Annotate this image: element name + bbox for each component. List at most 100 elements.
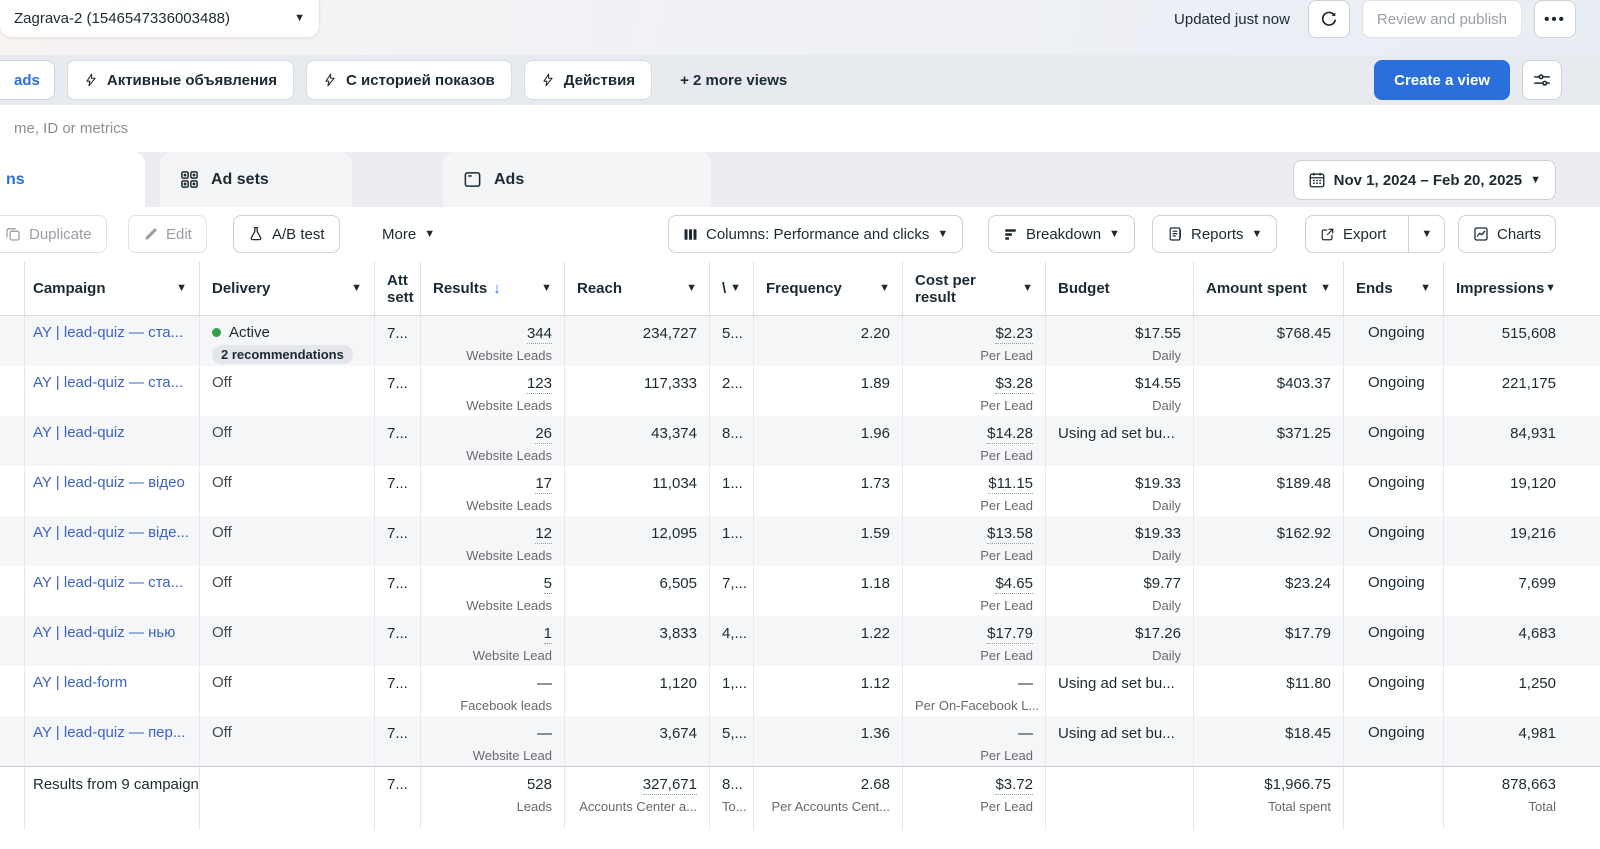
more-options-button[interactable]: ••• <box>1534 0 1576 38</box>
date-range-button[interactable]: Nov 1, 2024 – Feb 20, 2025 ▼ <box>1293 160 1556 200</box>
cell-views: 2... <box>710 366 754 416</box>
account-selector[interactable]: Zagrava-2 (1546547336003488) ▼ <box>0 0 320 38</box>
budget-value: Using ad set bu... <box>1058 425 1175 442</box>
campaign-link[interactable]: AY | lead-quiz — ста... <box>33 574 183 591</box>
column-menu-icon[interactable]: ▼ <box>541 283 552 294</box>
cost-label: Per Lead <box>915 747 1033 764</box>
frequency-value: 1.36 <box>861 725 890 742</box>
view-pill-4[interactable]: Действия <box>524 60 652 100</box>
table-toolbar: Duplicate Edit A/B test More ▼ <box>0 207 1600 262</box>
view-pill-2[interactable]: Активные объявления <box>67 60 294 100</box>
column-menu-icon[interactable]: ▼ <box>1545 283 1556 294</box>
column-header-delivery[interactable]: Delivery ▼ <box>200 262 375 315</box>
chevron-down-icon: ▼ <box>1421 229 1432 240</box>
column-header-cost-per-result[interactable]: Cost perresult▼ <box>903 262 1046 315</box>
budget-value: $17.55 <box>1135 325 1181 342</box>
cell-budget: $17.55Daily <box>1046 316 1194 366</box>
tab-ads[interactable]: Ads <box>443 152 711 207</box>
more-button[interactable]: More ▼ <box>368 215 449 253</box>
campaign-link[interactable]: AY | lead-quiz — відео <box>33 474 185 491</box>
column-menu-icon[interactable]: ▼ <box>730 283 741 294</box>
column-menu-icon[interactable]: ▼ <box>351 283 362 294</box>
column-menu-icon[interactable]: ▼ <box>1320 283 1331 294</box>
charts-label: Charts <box>1497 226 1541 243</box>
summary-reach: 327,671Accounts Center a... <box>565 767 710 830</box>
campaign-link[interactable]: AY | lead-quiz — нью <box>33 624 175 641</box>
cell-impressions: 1,250 <box>1444 666 1600 716</box>
view-pill-1[interactable]: ads <box>0 60 55 100</box>
reach-value: 6,505 <box>659 575 697 592</box>
sort-descending-icon[interactable]: ↓ <box>493 280 501 297</box>
recommendations-badge[interactable]: 2 recommendations <box>212 345 353 364</box>
budget-label: Daily <box>1058 647 1181 664</box>
cell-delivery: Active2 recommendations <box>200 316 375 366</box>
updated-status: Updated just now <box>1174 11 1290 28</box>
more-views-button[interactable]: + 2 more views <box>664 60 803 100</box>
export-button[interactable]: Export <box>1306 216 1400 252</box>
column-header-attribution[interactable]: Attsett <box>375 262 421 315</box>
column-label: Amount spent <box>1206 280 1307 297</box>
attribution-value: 7... <box>387 475 408 492</box>
search-input[interactable] <box>14 120 914 137</box>
column-header-frequency[interactable]: Frequency▼ <box>754 262 903 315</box>
breakdown-button[interactable]: Breakdown ▼ <box>988 215 1135 253</box>
review-publish-button[interactable]: Review and publish <box>1362 0 1522 38</box>
frequency-value: 1.73 <box>861 475 890 492</box>
frequency-value: 1.22 <box>861 625 890 642</box>
column-label: Delivery <box>212 280 270 297</box>
budget-value: $19.33 <box>1135 475 1181 492</box>
tab-campaigns[interactable]: ns <box>0 152 145 207</box>
ends-value: Ongoing <box>1368 424 1431 441</box>
column-menu-icon[interactable]: ▼ <box>879 283 890 294</box>
impressions-value: 4,683 <box>1518 625 1556 642</box>
spent-value: $403.37 <box>1277 375 1331 392</box>
reports-button[interactable]: Reports ▼ <box>1152 215 1277 253</box>
campaign-link[interactable]: AY | lead-quiz — ста... <box>33 324 183 341</box>
cell-ends: Ongoing <box>1344 566 1444 616</box>
view-settings-button[interactable] <box>1522 60 1562 100</box>
refresh-button[interactable] <box>1308 0 1350 38</box>
create-view-button[interactable]: Create a view <box>1374 60 1510 100</box>
view-pill-3[interactable]: С историей показов <box>306 60 512 100</box>
cell-cost-per-result: $13.58Per Lead <box>903 516 1046 566</box>
column-menu-icon[interactable]: ▼ <box>1022 283 1033 294</box>
cell-frequency: 1.36 <box>754 716 903 766</box>
column-header-amount-spent[interactable]: Amount spent ▼ <box>1194 262 1344 315</box>
campaign-link[interactable]: AY | lead-quiz <box>33 424 125 441</box>
column-header-reach[interactable]: Reach ▼ <box>565 262 710 315</box>
column-header-results[interactable]: Results↓▼ <box>421 262 565 315</box>
column-header-ends[interactable]: Ends▼ <box>1344 262 1444 315</box>
column-menu-icon[interactable]: ▼ <box>686 283 697 294</box>
summary-delivery <box>200 767 375 830</box>
cell-impressions: 4,683 <box>1444 616 1600 666</box>
tab-ad-sets[interactable]: Ad sets <box>160 152 352 207</box>
column-label: Reach <box>577 280 622 297</box>
columns-button[interactable]: Columns: Performance and clicks ▼ <box>668 215 963 253</box>
campaign-link[interactable]: AY | lead-quiz — пер... <box>33 724 185 741</box>
cell-amount-spent: $11.80 <box>1194 666 1344 716</box>
results-value: — <box>537 675 552 692</box>
ends-value: Ongoing <box>1368 624 1431 641</box>
impressions-value: 1,250 <box>1518 675 1556 692</box>
column-header-impressions[interactable]: Impressions▼ <box>1444 262 1600 315</box>
campaign-link[interactable]: AY | lead-form <box>33 674 127 691</box>
campaign-link[interactable]: AY | lead-quiz — віде... <box>33 524 189 541</box>
duplicate-button[interactable]: Duplicate <box>0 215 107 253</box>
cell-cost-per-result: $11.15Per Lead <box>903 466 1046 516</box>
table-row: AY | lead-quiz — ста... Active2 recommend… <box>0 316 1600 366</box>
column-menu-icon[interactable]: ▼ <box>176 283 187 294</box>
column-header-campaign[interactable]: Campaign▼ <box>21 262 200 315</box>
columns-icon <box>683 227 698 242</box>
column-header-budget[interactable]: Budget <box>1046 262 1194 315</box>
chevron-down-icon: ▼ <box>1252 229 1263 240</box>
column-header-views[interactable]: \▼ <box>710 262 754 315</box>
ab-test-button[interactable]: A/B test <box>233 215 340 253</box>
campaign-link[interactable]: AY | lead-quiz — ста... <box>33 374 183 391</box>
charts-button[interactable]: Charts <box>1458 215 1556 253</box>
cost-value: $11.15 <box>988 475 1033 494</box>
export-dropdown[interactable]: ▼ <box>1408 216 1444 252</box>
cell-views: 1... <box>710 466 754 516</box>
edit-button[interactable]: Edit <box>128 215 207 253</box>
column-menu-icon[interactable]: ▼ <box>1420 283 1431 294</box>
results-value: 1 <box>544 625 552 644</box>
